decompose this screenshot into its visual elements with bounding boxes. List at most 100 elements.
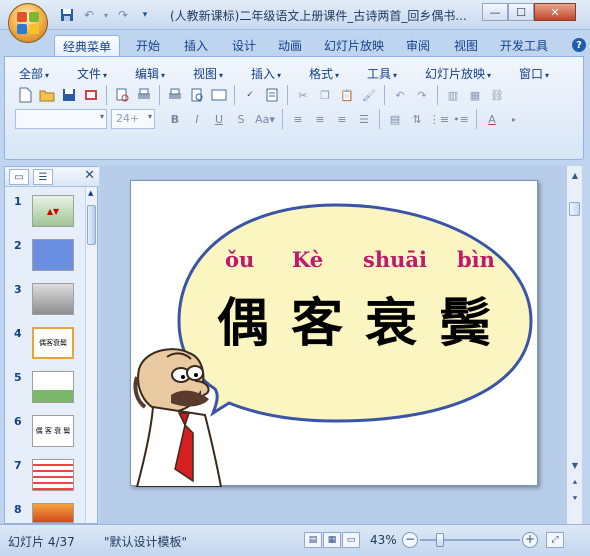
redo-icon[interactable]: ↷ <box>412 85 432 105</box>
next-slide-icon[interactable]: ⯆ <box>567 492 583 506</box>
zoom-slider[interactable] <box>420 539 520 541</box>
pinyin-ke[interactable]: Kè <box>292 247 323 272</box>
font-name-combo[interactable]: ▾ <box>15 109 107 129</box>
format-painter-icon[interactable]: 🖌 <box>359 85 379 105</box>
align-right-icon[interactable]: ≡ <box>332 109 352 129</box>
close-icon[interactable]: ✕ <box>84 168 95 183</box>
font-size-combo[interactable]: 24+ ▾ <box>111 109 155 129</box>
tab-review[interactable]: 审阅 <box>398 35 438 56</box>
cut-icon[interactable]: ✂ <box>293 85 313 105</box>
tab-home[interactable]: 开始 <box>128 35 168 56</box>
slide-scrollbar[interactable]: ▲ ▼ ⯅ ⯆ <box>566 166 582 524</box>
menu-edit[interactable]: 编辑 ▾ <box>135 65 165 82</box>
italic-icon[interactable]: I <box>187 109 207 129</box>
slide-thumbnail[interactable] <box>32 283 74 315</box>
slide-show-icon[interactable]: ▭ <box>342 532 360 548</box>
zoom-level[interactable]: 43% <box>370 533 397 547</box>
bold-icon[interactable]: B <box>165 109 185 129</box>
normal-view-icon[interactable]: ▤ <box>304 532 322 548</box>
menu-file[interactable]: 文件 ▾ <box>77 65 107 82</box>
slide-thumbnail-row[interactable]: 2 <box>5 239 87 283</box>
menu-slide-show[interactable]: 幻灯片放映 ▾ <box>425 65 491 82</box>
customize-qat-icon[interactable]: ▾ <box>136 6 154 24</box>
bullets-icon[interactable]: •≡ <box>451 109 471 129</box>
tab-view[interactable]: 视图 <box>446 35 486 56</box>
office-button[interactable] <box>8 3 48 43</box>
tab-classic-menu[interactable]: 经典菜单 <box>54 35 121 56</box>
slides-tab-icon[interactable]: ▭ <box>9 169 29 185</box>
scroll-down-icon[interactable]: ▼ <box>567 458 583 472</box>
tab-slide-show[interactable]: 幻灯片放映 <box>316 35 392 56</box>
underline-icon[interactable]: U <box>209 109 229 129</box>
zoom-out-icon[interactable]: − <box>402 532 418 548</box>
current-slide[interactable]: ǒu Kè shuāi bìn 偶 客 衰 鬓 <box>130 180 538 487</box>
undo-dropdown-icon[interactable]: ▾ <box>102 6 110 24</box>
copy-icon[interactable]: ❐ <box>315 85 335 105</box>
character-ke[interactable]: 客 <box>291 281 343 356</box>
preview-icon[interactable] <box>187 85 207 105</box>
thumbnail-scrollbar[interactable]: ▲ <box>85 187 97 523</box>
slide-thumbnail-selected[interactable]: 偶客衰鬓 <box>32 327 74 359</box>
columns-icon[interactable]: ▤ <box>385 109 405 129</box>
save-icon[interactable] <box>58 6 76 24</box>
align-center-icon[interactable]: ≡ <box>310 109 330 129</box>
pinyin-shuai[interactable]: shuāi <box>363 247 427 272</box>
research-icon[interactable] <box>262 85 282 105</box>
menu-tools[interactable]: 工具 ▾ <box>367 65 397 82</box>
menu-format[interactable]: 格式 ▾ <box>309 65 339 82</box>
text-direction-icon[interactable]: ⇅ <box>407 109 427 129</box>
scroll-up-icon[interactable]: ▲ <box>88 189 93 197</box>
scroll-thumb[interactable] <box>87 205 96 245</box>
help-icon[interactable]: ? <box>572 38 586 52</box>
menu-window[interactable]: 窗口 ▾ <box>519 65 549 82</box>
minimize-button[interactable]: — <box>482 3 508 21</box>
chart-icon[interactable]: ▥ <box>443 85 463 105</box>
slide-thumbnail[interactable] <box>32 459 74 491</box>
hyperlink-icon[interactable]: ⛓ <box>487 85 507 105</box>
slide-thumbnail-row[interactable]: 7 <box>5 459 87 503</box>
menu-all[interactable]: 全部 ▾ <box>19 65 49 82</box>
zoom-slider-thumb[interactable] <box>436 533 444 547</box>
slide-thumbnail-row[interactable]: 1 ▲▼ <box>5 195 87 239</box>
character-bin[interactable]: 鬓 <box>439 281 491 356</box>
maximize-button[interactable]: ☐ <box>508 3 534 21</box>
justify-icon[interactable]: ☰ <box>354 109 374 129</box>
character-shuai[interactable]: 衰 <box>365 281 417 356</box>
print-preview-icon[interactable] <box>112 85 132 105</box>
redo-icon[interactable]: ↷ <box>114 6 132 24</box>
undo-icon[interactable]: ↶ <box>390 85 410 105</box>
slide-thumbnail[interactable] <box>32 371 74 403</box>
previous-slide-icon[interactable]: ⯅ <box>567 476 583 490</box>
slide-thumbnail-row[interactable]: 6 偶 客 衰 鬓 <box>5 415 87 459</box>
pinyin-bin[interactable]: bìn <box>457 247 495 272</box>
zoom-in-icon[interactable]: + <box>522 532 538 548</box>
scroll-up-icon[interactable]: ▲ <box>567 168 583 182</box>
strikethrough-icon[interactable]: S <box>231 109 251 129</box>
tab-design[interactable]: 设计 <box>224 35 264 56</box>
font-color-icon[interactable]: A <box>482 109 502 129</box>
close-button[interactable]: ✕ <box>534 3 576 21</box>
menu-insert[interactable]: 插入 ▾ <box>251 65 281 82</box>
character-ou[interactable]: 偶 <box>217 281 269 356</box>
align-left-icon[interactable]: ≡ <box>288 109 308 129</box>
pinyin-ou[interactable]: ǒu <box>225 247 254 272</box>
slide-thumbnail[interactable] <box>32 503 74 523</box>
slide-thumbnail-row[interactable]: 3 <box>5 283 87 327</box>
permission-icon[interactable] <box>81 85 101 105</box>
slide-thumbnail[interactable]: 偶 客 衰 鬓 <box>32 415 74 447</box>
more-icon[interactable]: ▸ <box>504 109 524 129</box>
scroll-thumb[interactable] <box>569 202 580 216</box>
outline-tab-icon[interactable]: ☰ <box>33 169 53 185</box>
menu-view[interactable]: 视图 ▾ <box>193 65 223 82</box>
print-icon[interactable] <box>134 85 154 105</box>
slide-thumbnail[interactable]: ▲▼ <box>32 195 74 227</box>
tab-insert[interactable]: 插入 <box>176 35 216 56</box>
slide-sorter-icon[interactable]: ▦ <box>323 532 341 548</box>
print-icon-2[interactable] <box>165 85 185 105</box>
fit-to-window-icon[interactable]: ⤢ <box>546 532 564 548</box>
slide-icon[interactable] <box>209 85 229 105</box>
paste-icon[interactable]: 📋 <box>337 85 357 105</box>
spelling-icon[interactable]: ✓ <box>240 85 260 105</box>
open-icon[interactable] <box>37 85 57 105</box>
save-icon[interactable] <box>59 85 79 105</box>
